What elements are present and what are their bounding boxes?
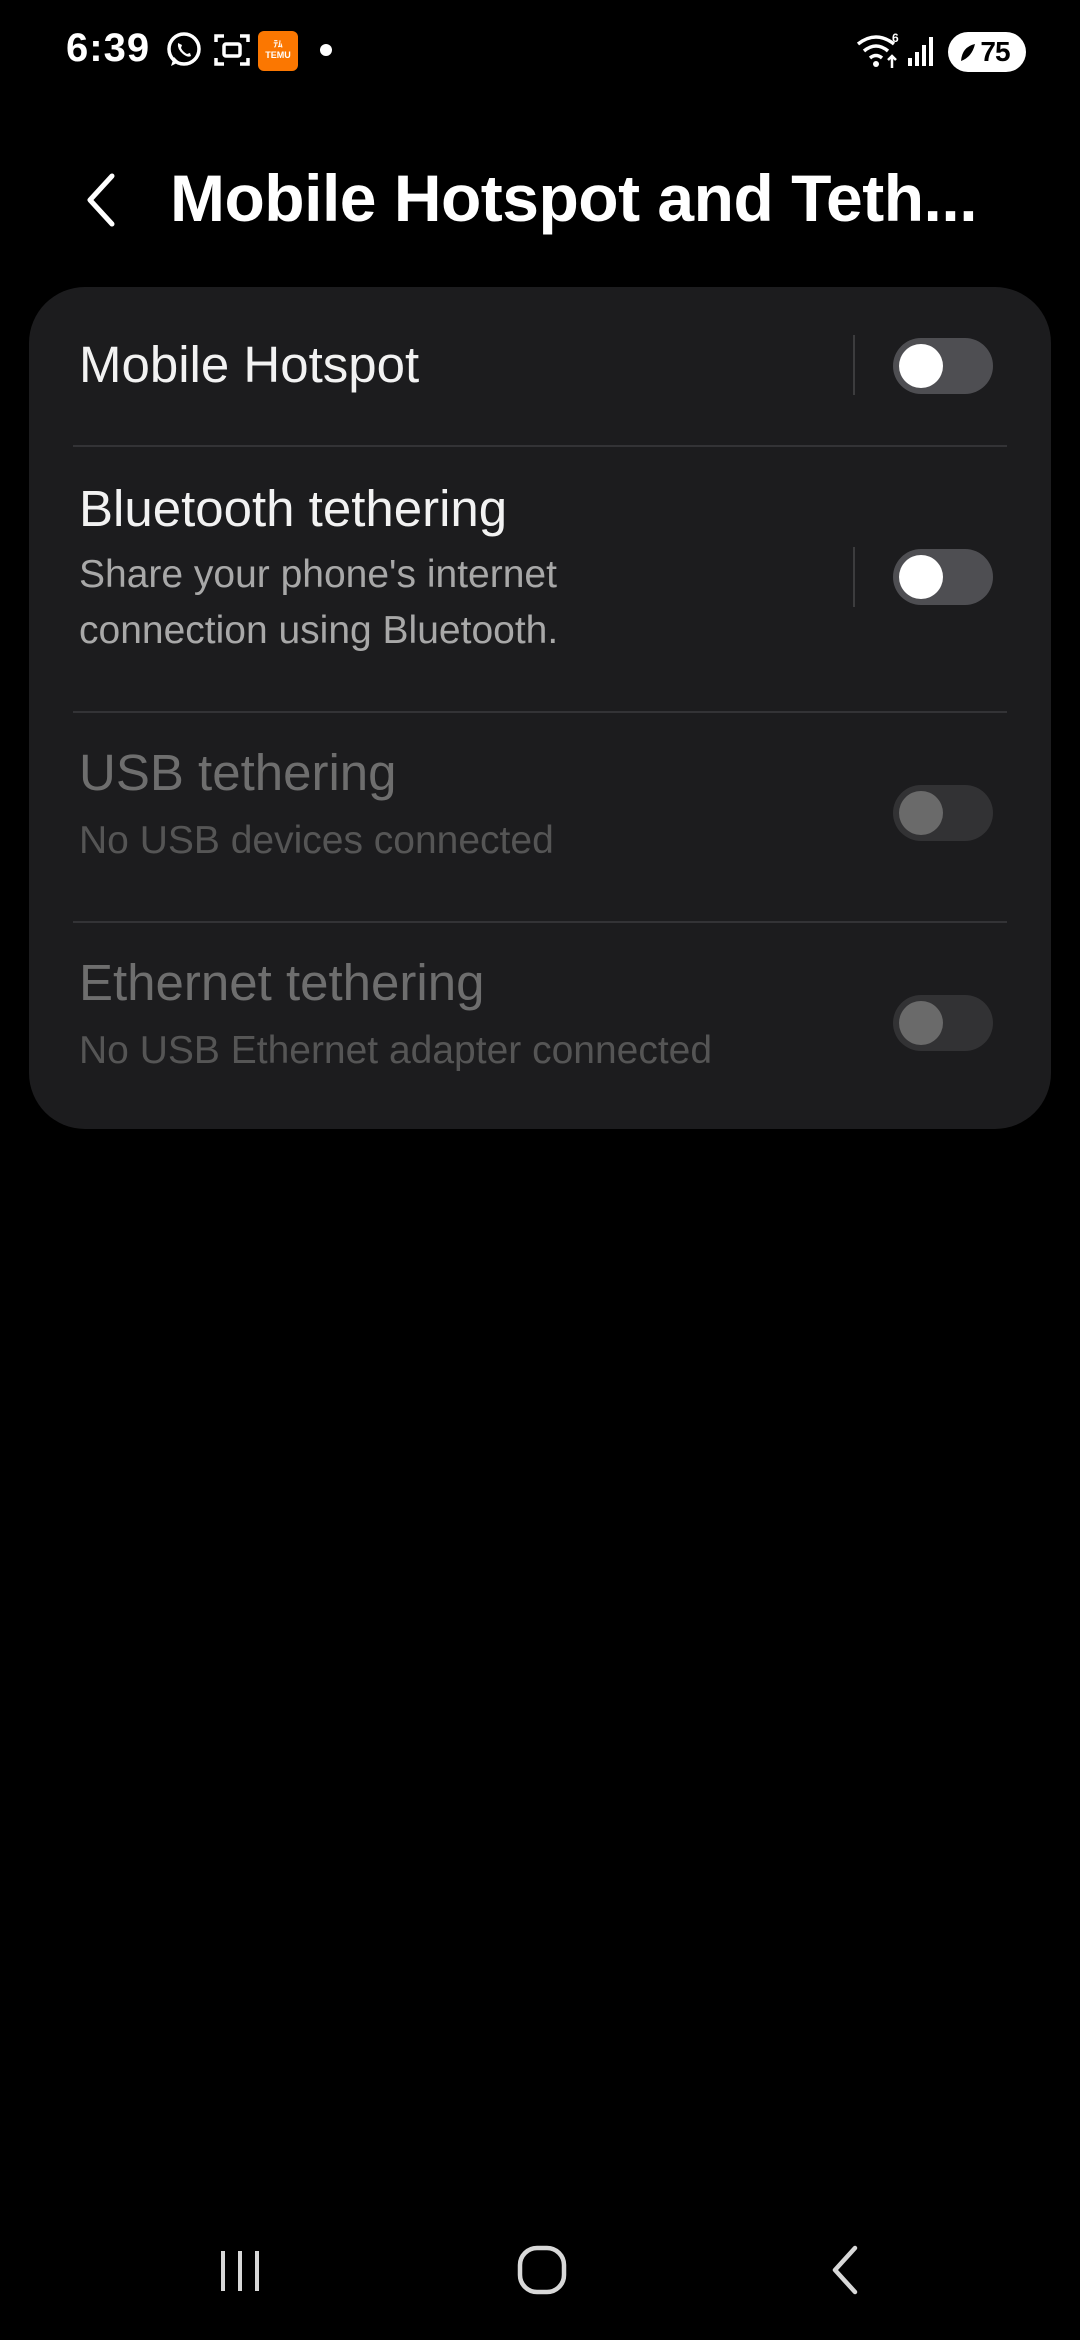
navigation-bar [0,2210,1080,2330]
usb-tethering-toggle [893,785,993,841]
back-button[interactable] [70,170,130,230]
back-icon [832,2245,858,2295]
ethernet-tethering-subtitle: No USB Ethernet adapter connected [79,1029,713,1072]
charging-icon [958,40,976,72]
bluetooth-tethering-subtitle-line2: connection using Bluetooth. [79,609,559,652]
mobile-hotspot-row[interactable]: Mobile Hotspot [29,287,1051,445]
ethernet-tethering-toggle [893,995,993,1051]
home-icon [517,2245,567,2295]
bluetooth-tethering-subtitle-line1: Share your phone's internet [79,553,557,596]
mobile-hotspot-toggle[interactable] [893,338,993,394]
bluetooth-tethering-toggle[interactable] [893,549,993,605]
svg-text:6: 6 [892,31,899,45]
recent-apps-icon [221,2251,259,2291]
divider-vertical [853,335,855,395]
bluetooth-tethering-title: Bluetooth tethering [79,480,508,537]
temu-icon: ﾃﾑ TEMU [258,31,298,71]
usb-tethering-title: USB tethering [79,744,397,801]
dot-icon [320,44,332,56]
toggle-knob [899,555,943,599]
status-bar: 6:39 ﾃﾑ TEMU 6 75 [0,0,1080,100]
usb-tethering-row: USB tethering No USB devices connected [29,713,1051,921]
divider-vertical [853,547,855,607]
battery-level: 75 [980,36,1010,67]
usb-tethering-subtitle: No USB devices connected [79,819,554,862]
home-button[interactable] [497,2230,587,2310]
signal-icon [906,32,938,73]
toggle-knob [899,791,943,835]
app-header: Mobile Hotspot and Teth... [0,150,1080,250]
screenshot-icon [212,30,252,75]
page-title: Mobile Hotspot and Teth... [170,161,978,235]
toggle-knob [899,1001,943,1045]
chevron-left-icon [87,173,115,227]
ethernet-tethering-title: Ethernet tethering [79,954,485,1011]
mobile-hotspot-title: Mobile Hotspot [79,336,420,393]
nav-back-button[interactable] [800,2230,890,2310]
status-time: 6:39 [66,26,151,70]
ethernet-tethering-row: Ethernet tethering No USB Ethernet adapt… [29,923,1051,1129]
battery-indicator: 75 [948,32,1026,72]
recent-apps-button[interactable] [195,2230,285,2310]
toggle-knob [899,344,943,388]
whatsapp-icon [164,30,204,75]
wifi-icon: 6 [856,30,900,75]
bluetooth-tethering-row[interactable]: Bluetooth tethering Share your phone's i… [29,447,1051,711]
settings-card: Mobile Hotspot Bluetooth tethering Share… [29,287,1051,1129]
